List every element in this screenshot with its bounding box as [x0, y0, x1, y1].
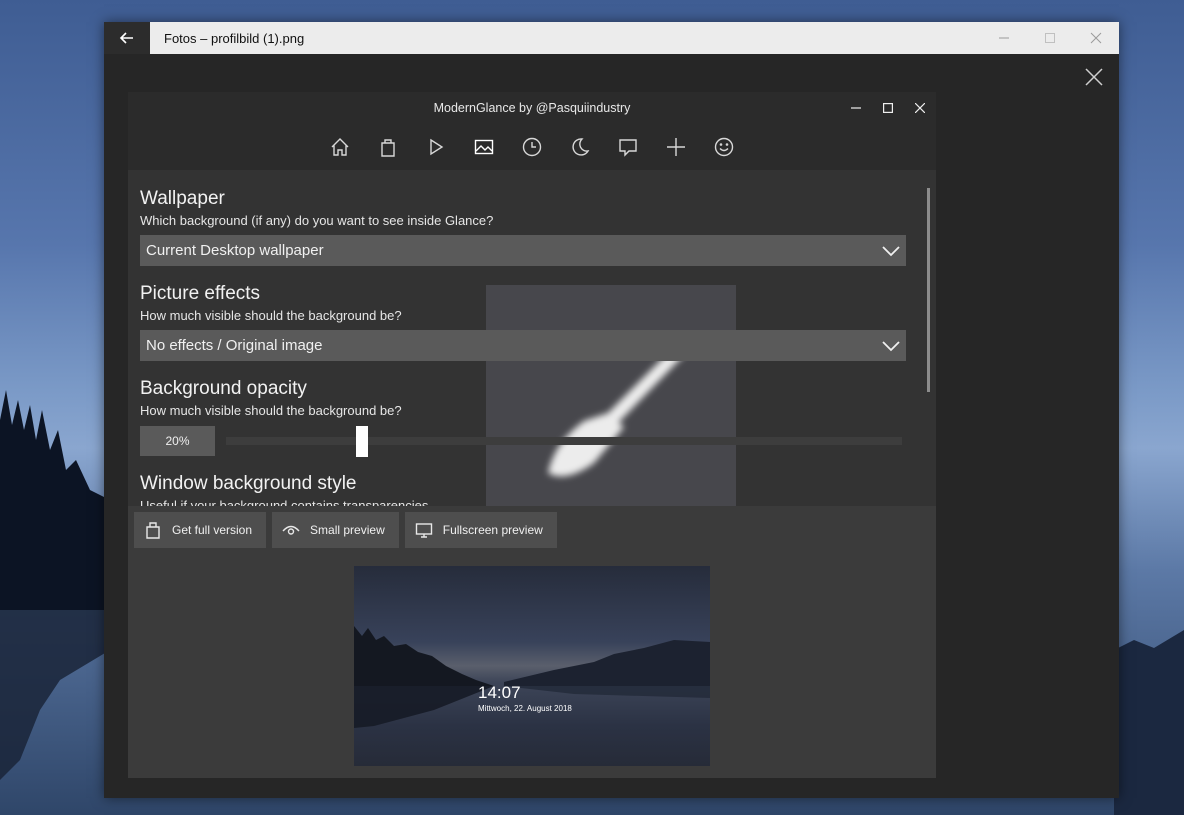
window-background-style-title: Window background style [140, 473, 357, 494]
maximize-icon [1045, 33, 1055, 43]
wallpaper-title: Wallpaper [140, 188, 225, 209]
background-opacity-title: Background opacity [140, 378, 307, 399]
nav-about[interactable] [708, 131, 740, 163]
photos-window: Fotos – profilbild (1).png ModernGlance … [104, 22, 1119, 798]
window-background-style-subtitle: Useful if your background contains trans… [140, 498, 429, 506]
glance-title: ModernGlance by @Pasquiindustry [433, 101, 631, 115]
small-preview-button[interactable]: Small preview [272, 512, 399, 548]
drag-ghost [486, 285, 736, 506]
desktop-hill-right [1114, 630, 1184, 815]
shopping-bag-icon [381, 139, 395, 157]
photos-titlebar: Fotos – profilbild (1).png [104, 22, 1119, 54]
chevron-down-icon [882, 246, 900, 257]
preview-date: Mittwoch, 22. August 2018 [478, 704, 572, 713]
wallpaper-subtitle: Which background (if any) do you want to… [140, 213, 494, 228]
photos-title: Fotos – profilbild (1).png [164, 30, 305, 46]
minimize-icon [851, 107, 861, 109]
nav-clock[interactable] [516, 131, 548, 163]
fullscreen-preview-button[interactable]: Fullscreen preview [404, 512, 557, 548]
action-buttons: Get full version Small preview Fullscree… [134, 512, 557, 548]
minimize-button[interactable] [981, 22, 1027, 54]
nav-more[interactable] [660, 131, 692, 163]
moon-icon [572, 138, 590, 156]
nav-media[interactable] [420, 131, 452, 163]
close-icon [1090, 32, 1102, 44]
settings-nav [128, 124, 936, 170]
nav-home[interactable] [324, 131, 356, 163]
glance-titlebar: ModernGlance by @Pasquiindustry [128, 92, 936, 124]
picture-effects-dropdown[interactable]: No effects / Original image [140, 330, 906, 361]
nav-night[interactable] [564, 131, 596, 163]
wallpaper-dropdown-value: Current Desktop wallpaper [146, 242, 324, 259]
maximize-icon [883, 103, 893, 113]
message-icon [619, 139, 637, 157]
shopping-bag-icon [146, 522, 160, 539]
desktop-forest-left [0, 390, 110, 780]
clock-icon [522, 137, 542, 157]
picture-effects-dropdown-value: No effects / Original image [146, 337, 323, 354]
minimize-icon [999, 37, 1009, 39]
wallpaper-preview: 14:07 Mittwoch, 22. August 2018 [354, 566, 710, 766]
nav-store[interactable] [372, 131, 404, 163]
settings-panel: Wallpaper Which background (if any) do y… [128, 170, 936, 506]
picture-icon [474, 139, 494, 155]
picture-effects-subtitle: How much visible should the background b… [140, 308, 402, 323]
glance-window: ModernGlance by @Pasquiindustry Wallpape… [128, 92, 936, 778]
glance-minimize-button[interactable] [840, 92, 872, 124]
glance-maximize-button[interactable] [872, 92, 904, 124]
opacity-slider-thumb[interactable] [356, 426, 368, 457]
eye-icon [282, 525, 300, 535]
monitor-icon [415, 523, 432, 538]
smiley-icon [714, 137, 734, 157]
close-icon [1085, 68, 1103, 86]
opacity-value-box[interactable]: 20% [140, 426, 215, 456]
picture-effects-title: Picture effects [140, 283, 261, 304]
settings-scrollbar[interactable] [927, 188, 930, 392]
get-full-version-label: Get full version [172, 523, 253, 537]
preview-area: Get full version Small preview Fullscree… [128, 506, 936, 778]
maximize-button[interactable] [1027, 22, 1073, 54]
nav-notifications[interactable] [612, 131, 644, 163]
background-opacity-subtitle: How much visible should the background b… [140, 403, 402, 418]
play-icon [430, 138, 444, 156]
small-preview-label: Small preview [310, 523, 385, 537]
back-button[interactable] [104, 22, 150, 54]
chevron-down-icon [882, 341, 900, 352]
nav-wallpaper[interactable] [468, 131, 500, 163]
fullscreen-preview-label: Fullscreen preview [442, 523, 543, 537]
plus-icon [667, 138, 685, 156]
opacity-value: 20% [165, 434, 190, 448]
arrow-left-icon [119, 32, 133, 44]
glance-close-button[interactable] [904, 92, 936, 124]
close-button[interactable] [1073, 22, 1119, 54]
close-icon [915, 103, 925, 113]
close-viewer-button[interactable] [1079, 62, 1109, 92]
wallpaper-dropdown[interactable]: Current Desktop wallpaper [140, 235, 906, 266]
get-full-version-button[interactable]: Get full version [134, 512, 267, 548]
paintbrush-icon [548, 345, 686, 477]
preview-landscape [354, 626, 710, 728]
opacity-slider-track[interactable] [226, 437, 902, 445]
preview-time: 14:07 [478, 683, 521, 702]
home-icon [331, 138, 349, 156]
